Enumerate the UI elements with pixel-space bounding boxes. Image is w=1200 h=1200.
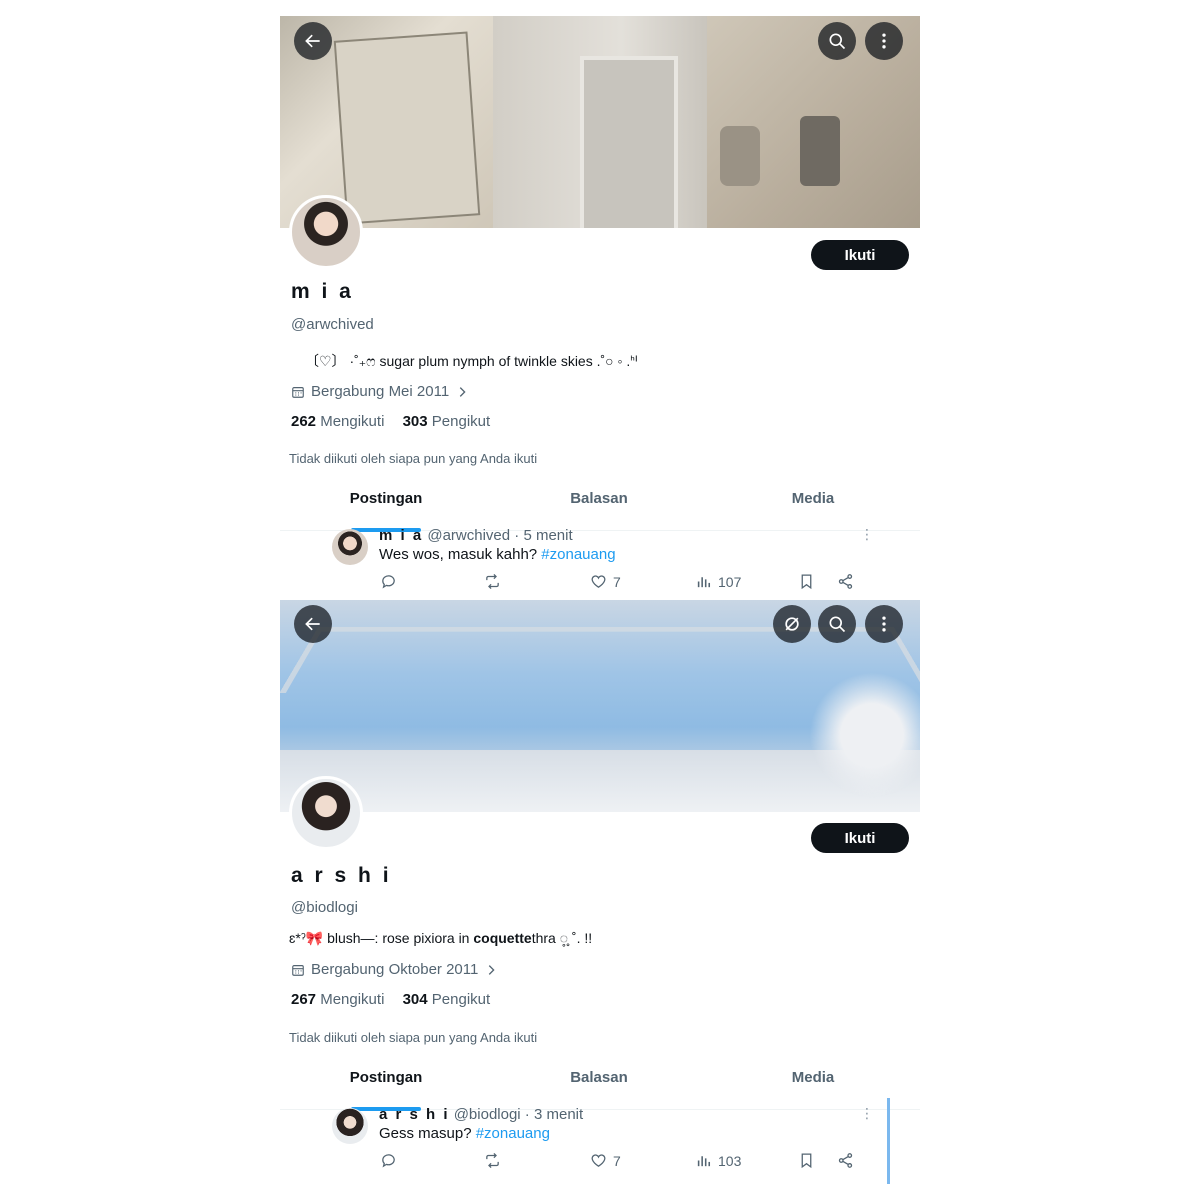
search-button[interactable] [818, 22, 856, 60]
post-avatar[interactable] [332, 529, 368, 565]
back-button[interactable] [294, 605, 332, 643]
follow-stats: 267 Mengikuti 304 Pengikut [291, 991, 504, 1008]
share-button[interactable] [837, 1152, 854, 1169]
hashtag-link[interactable]: #zonauang [541, 546, 615, 563]
not-followed-note: Tidak diikuti oleh siapa pun yang Anda i… [289, 451, 538, 466]
post-more-icon[interactable]: ⋮ [860, 1105, 874, 1122]
post-meta: @arwchived · 5 menit [427, 527, 573, 544]
calendar-icon [292, 964, 304, 976]
post-actions: 7 107 [280, 573, 920, 597]
avatar[interactable] [289, 195, 363, 269]
post-text: Wes wos, masuk kahh? #zonauang [379, 546, 616, 563]
post-author[interactable]: m i a [379, 527, 423, 544]
like-count: 7 [613, 1152, 621, 1169]
chevron-right-icon[interactable] [484, 963, 498, 977]
post-header: m i a @arwchived · 5 menit [379, 527, 573, 544]
join-date: Bergabung Oktober 2011 [291, 961, 498, 978]
followers-link[interactable]: 303 Pengikut [403, 413, 491, 430]
chevron-right-icon[interactable] [455, 385, 469, 399]
views-button[interactable]: 103 [695, 1152, 741, 1169]
retweet-icon [486, 573, 499, 590]
share-button[interactable] [837, 573, 854, 590]
post-actions: 7 103 [280, 1152, 920, 1176]
retweet-button[interactable] [484, 573, 501, 590]
more-vertical-icon [882, 616, 886, 632]
profile-panel-mia: Ikuti m i a @arwchived 〔♡〕 ·˚₊ෆ sugar pl… [280, 16, 920, 600]
reply-button[interactable] [380, 1152, 397, 1169]
tab-balasan[interactable]: Balasan [564, 1069, 634, 1109]
grok-button[interactable] [773, 605, 811, 643]
post-author[interactable]: a r s h i [379, 1106, 450, 1123]
views-icon [697, 577, 711, 588]
bookmark-button[interactable] [798, 573, 815, 590]
heart-icon [591, 1154, 606, 1167]
bookmark-icon [801, 574, 812, 590]
following-link[interactable]: 267 Mengikuti [291, 991, 384, 1008]
views-button[interactable]: 107 [695, 573, 741, 590]
post-avatar[interactable] [332, 1108, 368, 1144]
post-meta: @biodlogi · 3 menit [453, 1106, 584, 1123]
tab-postingan[interactable]: Postingan [350, 490, 422, 532]
share-icon [838, 1153, 853, 1168]
grok-icon [785, 617, 799, 631]
profile-bio: 〔♡〕 ·˚₊ෆ sugar plum nymph of twinkle ski… [305, 353, 638, 369]
following-link[interactable]: 262 Mengikuti [291, 413, 384, 430]
tab-postingan[interactable]: Postingan [350, 1069, 422, 1111]
arrow-left-icon [305, 617, 320, 631]
search-icon [829, 33, 846, 50]
share-icon [838, 574, 853, 589]
like-count: 7 [613, 573, 621, 590]
tab-balasan[interactable]: Balasan [564, 490, 634, 530]
join-date-text: Bergabung Mei 2011 [311, 383, 450, 400]
more-button[interactable] [865, 22, 903, 60]
profile-panel-arshi: Ikuti a r s h i @biodlogi ɛ*ˀ🎀 blush—: r… [280, 600, 920, 1184]
followers-link[interactable]: 304 Pengikut [403, 991, 491, 1008]
join-date-text: Bergabung Oktober 2011 [311, 961, 479, 978]
profile-tabs: Postingan Balasan Media [280, 490, 920, 532]
reply-icon [382, 575, 395, 589]
view-count: 107 [718, 573, 742, 590]
like-button[interactable]: 7 [590, 573, 621, 590]
search-button[interactable] [818, 605, 856, 643]
retweet-icon [486, 1152, 499, 1169]
reply-icon [382, 1154, 395, 1168]
profile-name: a r s h i [291, 864, 392, 887]
post-more-icon[interactable]: ⋮ [860, 526, 874, 543]
hashtag-link[interactable]: #zonauang [476, 1125, 550, 1142]
more-button[interactable] [865, 605, 903, 643]
back-button[interactable] [294, 22, 332, 60]
like-button[interactable]: 7 [590, 1152, 621, 1169]
reply-button[interactable] [380, 573, 397, 590]
avatar[interactable] [289, 776, 363, 850]
follow-button[interactable]: Ikuti [811, 240, 909, 270]
join-date: Bergabung Mei 2011 [291, 383, 469, 400]
tab-media[interactable]: Media [778, 490, 848, 530]
follow-stats: 262 Mengikuti 303 Pengikut [291, 413, 504, 430]
profile-name: m i a [291, 280, 354, 303]
post-text: Gess masup? #zonauang [379, 1125, 550, 1142]
search-icon [829, 616, 846, 633]
follow-button[interactable]: Ikuti [811, 823, 909, 853]
bookmark-button[interactable] [798, 1152, 815, 1169]
arrow-left-icon [305, 34, 320, 48]
bookmark-icon [801, 1153, 812, 1169]
more-vertical-icon [882, 33, 886, 49]
retweet-button[interactable] [484, 1152, 501, 1169]
tab-media[interactable]: Media [778, 1069, 848, 1109]
views-icon [697, 1156, 711, 1167]
scrollbar[interactable] [887, 1098, 890, 1184]
not-followed-note: Tidak diikuti oleh siapa pun yang Anda i… [289, 1030, 538, 1045]
profile-bio: ɛ*ˀ🎀 blush—: rose pixiora in coquettethr… [289, 930, 593, 946]
profile-handle: @biodlogi [291, 899, 358, 916]
post-header: a r s h i @biodlogi · 3 menit [379, 1106, 583, 1123]
heart-icon [591, 575, 606, 588]
profile-tabs: Postingan Balasan Media [280, 1069, 920, 1111]
profile-handle: @arwchived [291, 316, 374, 333]
view-count: 103 [718, 1152, 742, 1169]
calendar-icon [292, 386, 304, 398]
